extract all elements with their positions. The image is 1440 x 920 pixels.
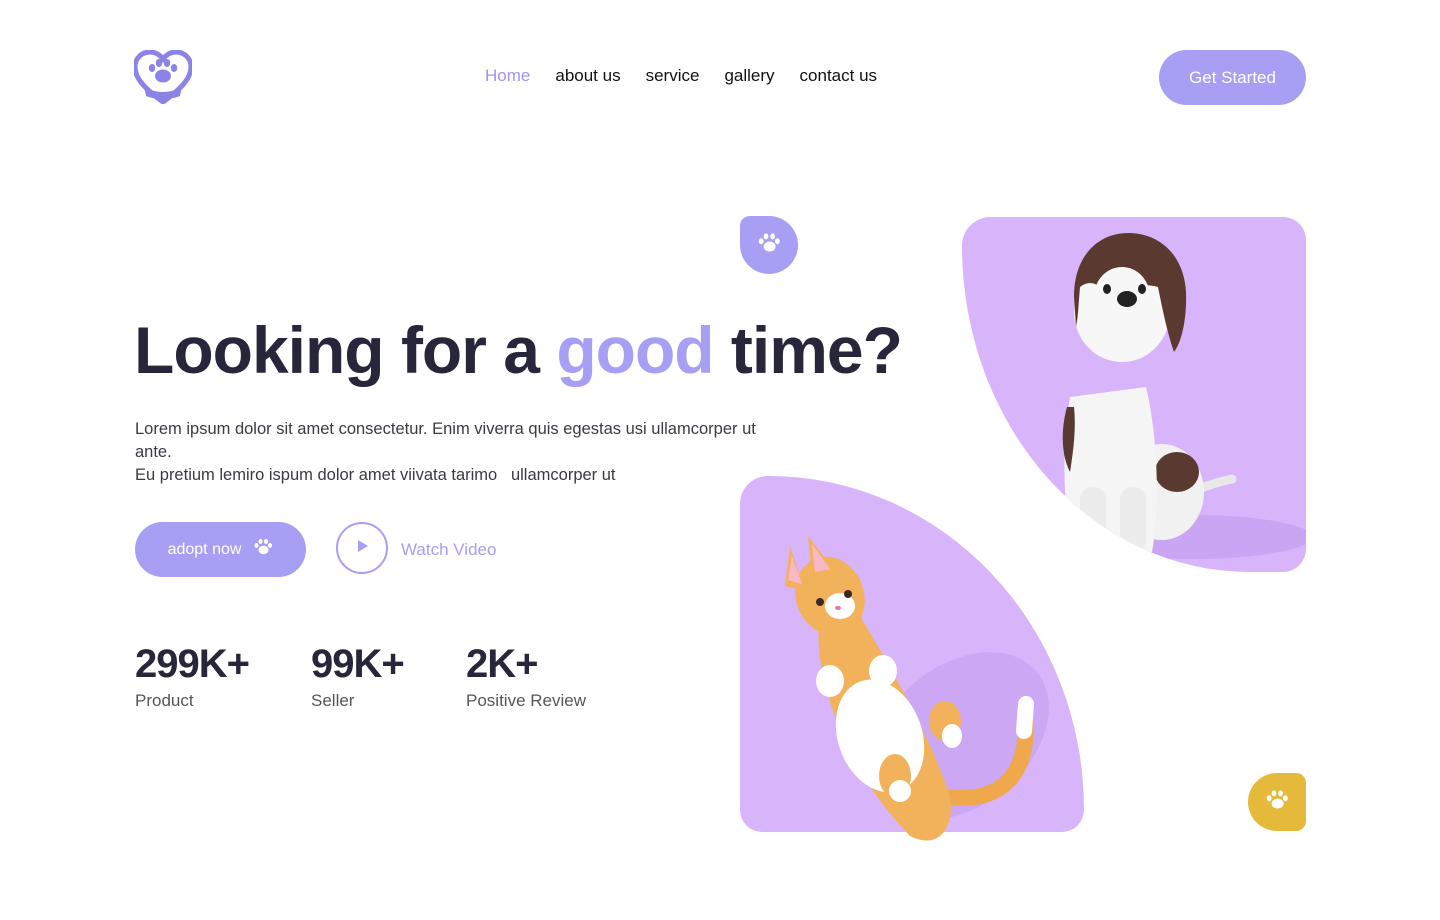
hero-title-end: time? bbox=[713, 313, 903, 387]
adopt-now-label: adopt now bbox=[167, 540, 242, 558]
watch-video-link[interactable]: Watch Video bbox=[401, 540, 496, 560]
stat-value: 2K+ bbox=[466, 642, 539, 686]
get-started-label: Get Started bbox=[1189, 67, 1276, 87]
stat-label: Positive Review bbox=[466, 691, 586, 710]
hero-description: Lorem ipsum dolor sit amet consectetur. … bbox=[135, 418, 775, 487]
nav-contact-us[interactable]: contact us bbox=[800, 66, 878, 86]
stat-positive-review: 2K+ Positive Review bbox=[466, 642, 586, 711]
nav-home[interactable]: Home bbox=[485, 66, 530, 86]
paw-icon bbox=[253, 537, 273, 562]
main-nav: Home about us service gallery contact us bbox=[485, 66, 877, 86]
hero-description-line-2: Eu pretium lemiro ispum dolor amet viiva… bbox=[135, 466, 616, 484]
stat-value: 299K+ bbox=[135, 642, 250, 686]
hero-title: Looking for a good time? bbox=[134, 312, 903, 388]
nav-about-us[interactable]: about us bbox=[555, 66, 620, 86]
get-started-button[interactable]: Get Started bbox=[1159, 50, 1306, 105]
nav-gallery[interactable]: gallery bbox=[724, 66, 774, 86]
stat-label: Seller bbox=[311, 691, 355, 710]
paw-badge-top bbox=[740, 216, 798, 274]
hero-description-line-1: Lorem ipsum dolor sit amet consectetur. … bbox=[135, 420, 756, 461]
paw-icon bbox=[1265, 788, 1289, 817]
hero-title-start: Looking for a bbox=[134, 313, 557, 387]
stat-product: 299K+ Product bbox=[135, 642, 250, 711]
play-icon bbox=[354, 538, 370, 559]
stat-value: 99K+ bbox=[311, 642, 405, 686]
paw-badge-bottom bbox=[1248, 773, 1306, 831]
nav-service[interactable]: service bbox=[646, 66, 700, 86]
watch-video-button[interactable] bbox=[336, 522, 388, 574]
adopt-now-button[interactable]: adopt now bbox=[135, 522, 306, 577]
hero-title-accent: good bbox=[556, 313, 714, 387]
stat-label: Product bbox=[135, 691, 194, 710]
stat-seller: 99K+ Seller bbox=[311, 642, 405, 711]
cat-illustration bbox=[785, 536, 1049, 841]
heart-paw-icon[interactable] bbox=[132, 49, 194, 106]
paw-icon bbox=[757, 231, 781, 260]
cat-card bbox=[740, 476, 1084, 841]
